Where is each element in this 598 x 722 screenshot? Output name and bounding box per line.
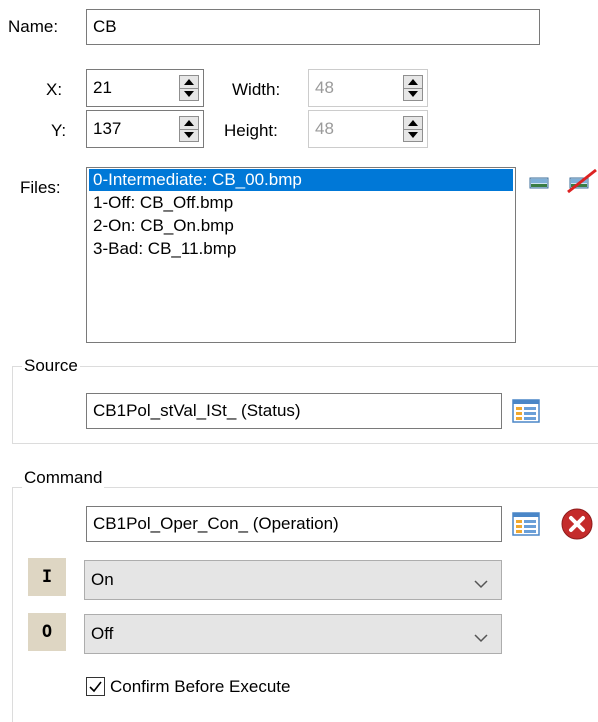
height-label: Height: — [224, 121, 278, 140]
on-value: On — [91, 570, 114, 589]
delete-x-icon[interactable] — [560, 507, 594, 541]
width-spinbox[interactable]: 48 — [308, 69, 428, 107]
y-value: 137 — [93, 119, 122, 138]
files-listbox[interactable]: 0-Intermediate: CB_00.bmp 1-Off: CB_Off.… — [86, 167, 516, 343]
confirm-checkbox[interactable] — [86, 677, 105, 696]
name-label: Name: — [8, 17, 59, 36]
width-value: 48 — [315, 78, 334, 97]
arrow-down-icon — [408, 132, 418, 138]
arrow-up-icon — [184, 79, 194, 85]
x-decrement-button[interactable] — [180, 88, 198, 100]
height-decrement-button[interactable] — [404, 129, 422, 141]
list-item[interactable]: 3-Bad: CB_11.bmp — [89, 238, 513, 260]
width-spin-buttons[interactable] — [403, 75, 423, 101]
width-decrement-button[interactable] — [404, 88, 422, 100]
y-spinbox[interactable]: 137 — [86, 110, 204, 148]
list-item[interactable]: 2-On: CB_On.bmp — [89, 215, 513, 237]
remove-image-icon[interactable] — [566, 166, 598, 194]
command-input[interactable]: CB1Pol_Oper_Con_ (Operation) — [86, 506, 502, 542]
chevron-down-icon — [473, 570, 489, 608]
off-badge: O — [28, 613, 66, 651]
list-item[interactable]: 1-Off: CB_Off.bmp — [89, 192, 513, 214]
arrow-down-icon — [184, 132, 194, 138]
source-group-title: Source — [22, 356, 80, 376]
width-label: Width: — [232, 80, 281, 99]
height-value: 48 — [315, 119, 334, 138]
arrow-up-icon — [408, 120, 418, 126]
off-value: Off — [91, 624, 114, 643]
list-browse-icon[interactable] — [512, 511, 540, 537]
name-input[interactable]: CB — [86, 9, 540, 45]
off-value-select[interactable]: Off — [84, 614, 502, 654]
chevron-down-icon — [473, 624, 489, 662]
list-item[interactable]: 0-Intermediate: CB_00.bmp — [89, 169, 513, 191]
x-value: 21 — [93, 78, 112, 97]
x-label: X: — [46, 80, 63, 99]
arrow-up-icon — [408, 79, 418, 85]
command-group-title: Command — [22, 468, 105, 488]
height-spin-buttons[interactable] — [403, 116, 423, 142]
x-spin-buttons[interactable] — [179, 75, 199, 101]
y-label: Y: — [51, 121, 67, 140]
y-decrement-button[interactable] — [180, 129, 198, 141]
height-spinbox[interactable]: 48 — [308, 110, 428, 148]
y-spin-buttons[interactable] — [179, 116, 199, 142]
files-label: Files: — [20, 178, 61, 197]
confirm-label[interactable]: Confirm Before Execute — [110, 677, 290, 697]
arrow-up-icon — [184, 120, 194, 126]
checkmark-icon — [89, 681, 102, 693]
image-icon[interactable] — [528, 173, 552, 193]
arrow-down-icon — [408, 91, 418, 97]
list-browse-icon[interactable] — [512, 398, 540, 424]
on-badge: I — [28, 558, 66, 596]
source-input[interactable]: CB1Pol_stVal_ISt_ (Status) — [86, 393, 502, 429]
x-spinbox[interactable]: 21 — [86, 69, 204, 107]
on-value-select[interactable]: On — [84, 560, 502, 600]
arrow-down-icon — [184, 91, 194, 97]
